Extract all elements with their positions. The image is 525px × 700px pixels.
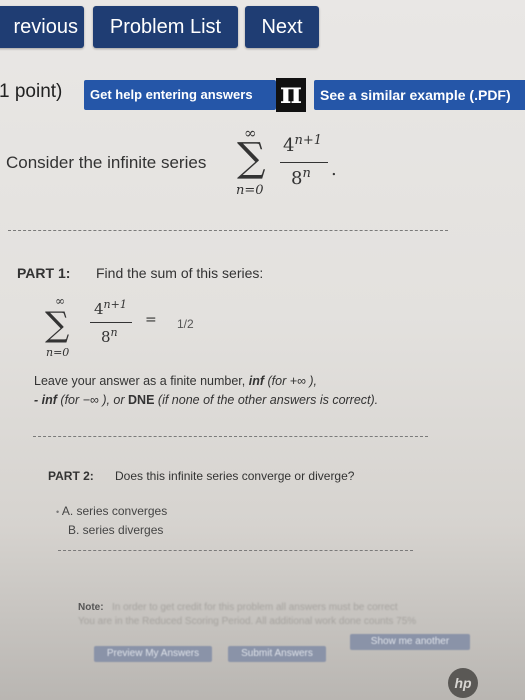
divider — [58, 550, 413, 551]
numerator: 4n+1 — [283, 133, 322, 156]
denominator-exponent: n — [110, 326, 118, 339]
option-b-radio[interactable]: B. series diverges — [68, 523, 163, 537]
instructions-line1: Leave your answer as a finite number, in… — [34, 374, 317, 388]
sum-lower-limit: n=0 — [46, 346, 70, 359]
fraction-bar — [280, 162, 328, 163]
similar-example-button[interactable]: See a similar example (.PDF) — [314, 80, 525, 110]
problem-list-button[interactable]: Problem List — [93, 6, 238, 48]
period: . — [331, 159, 337, 180]
preview-answers-button[interactable]: Preview My Answers — [94, 646, 212, 662]
part1-label: PART 1: — [17, 265, 71, 281]
numerator-exponent: n+1 — [103, 298, 127, 311]
radio-dot-icon: • — [56, 507, 60, 517]
instr-text: Leave your answer as a finite number, — [34, 374, 246, 388]
points-label: 1 point) — [0, 81, 63, 102]
hp-logo-icon: hp — [448, 668, 478, 698]
denominator: 8n — [291, 166, 311, 189]
option-b-label: B. series diverges — [68, 523, 164, 537]
note-text-2: You are in the Reduced Scoring Period. A… — [78, 616, 417, 627]
numerator-base: 4 — [94, 300, 104, 318]
divider — [8, 230, 448, 231]
denominator-exponent: n — [302, 166, 311, 181]
problem-statement: Consider the infinite series — [6, 153, 207, 172]
denominator-base: 8 — [101, 328, 111, 346]
instr-neg-inf: - inf — [34, 393, 57, 407]
option-a-label: A. series converges — [61, 504, 168, 518]
instr-neg-inf-desc: (for −∞ ), or — [60, 393, 125, 407]
pi-icon[interactable]: π — [276, 78, 306, 112]
instructions-line2: - inf (for −∞ ), or DNE (if none of the … — [34, 393, 378, 407]
part2-label: PART 2: — [48, 469, 94, 483]
help-entering-answers-button[interactable]: Get help entering answers — [84, 80, 276, 110]
denominator-base: 8 — [291, 168, 303, 189]
numerator: 4n+1 — [94, 298, 127, 318]
show-another-button[interactable]: Show me another — [350, 634, 470, 650]
equals-sign: = — [145, 312, 157, 328]
option-a-radio[interactable]: • A. series converges — [56, 504, 167, 518]
instr-dne-desc: (if none of the other answers is correct… — [157, 393, 379, 407]
previous-button[interactable]: revious — [0, 6, 84, 48]
divider — [33, 436, 428, 437]
sigma-symbol: ∑ — [237, 135, 266, 181]
next-button[interactable]: Next — [245, 6, 319, 48]
sum-lower-limit: n=0 — [236, 183, 264, 198]
instr-dne: DNE — [128, 393, 155, 407]
part1-answer-input[interactable]: 1/2 — [163, 311, 327, 337]
denominator: 8n — [101, 326, 118, 346]
note-label: Note: — [78, 602, 104, 613]
numerator-exponent: n+1 — [294, 133, 322, 148]
instr-inf: inf — [248, 374, 264, 388]
part2-question: Does this infinite series converge or di… — [115, 469, 355, 483]
sigma-symbol: ∑ — [45, 305, 70, 345]
webwork-problem-page: revious Problem List Next 1 point) Get h… — [0, 0, 525, 700]
numerator-base: 4 — [283, 135, 295, 156]
submit-answers-button[interactable]: Submit Answers — [228, 646, 326, 662]
note-text: In order to get credit for this problem … — [112, 602, 398, 613]
fraction-bar — [90, 322, 132, 323]
instr-inf-desc: (for +∞ ), — [267, 374, 318, 388]
part1-question: Find the sum of this series: — [96, 265, 264, 281]
